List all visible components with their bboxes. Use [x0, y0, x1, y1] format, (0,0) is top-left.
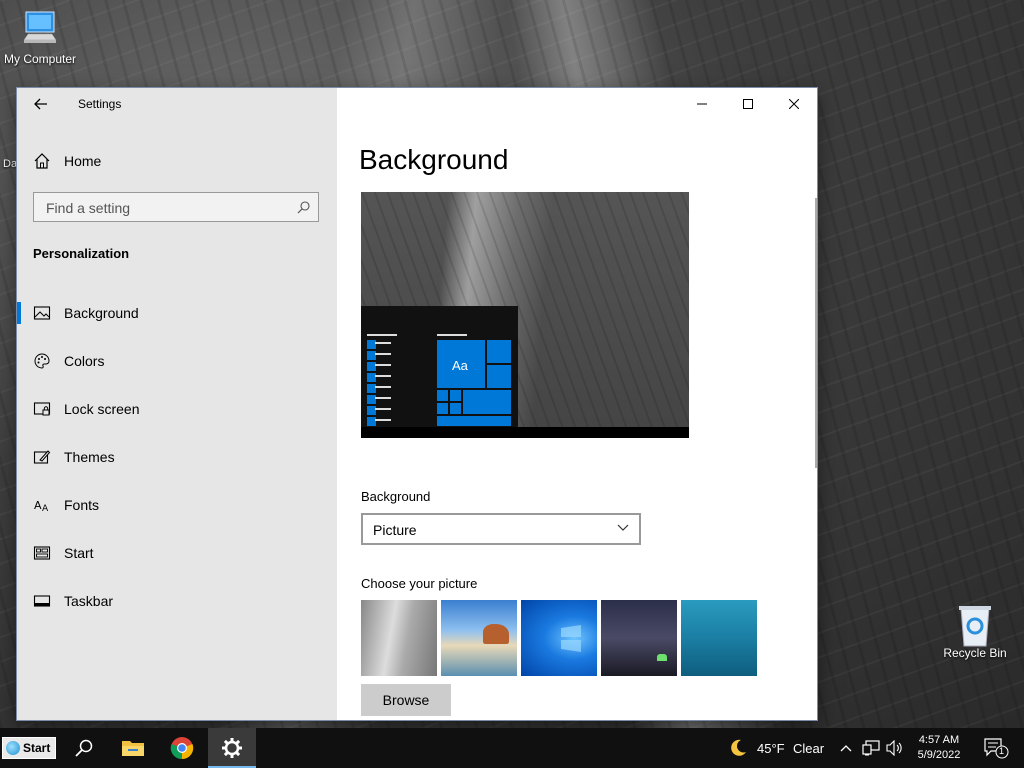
search-icon[interactable]	[297, 201, 310, 214]
lock-screen-icon	[33, 402, 51, 416]
nav-item-taskbar[interactable]: Taskbar	[17, 583, 337, 619]
taskbar-settings[interactable]	[208, 728, 256, 768]
settings-sidebar: Settings Home Personalization Background	[17, 88, 337, 720]
taskbar: Start 45°F Clear 4:57 AM 5/9/2022 1	[0, 728, 1024, 768]
background-preview: Aa	[361, 192, 689, 438]
choose-picture-label: Choose your picture	[361, 576, 478, 591]
home-icon	[34, 153, 50, 169]
back-arrow-icon	[34, 98, 47, 110]
taskbar-chrome[interactable]	[158, 728, 206, 768]
nav-item-label: Colors	[64, 353, 105, 369]
desktop-icon-label: My Computer	[3, 52, 77, 66]
nav-item-label: Themes	[64, 449, 115, 465]
background-dropdown-value: Picture	[373, 522, 417, 538]
nav-item-label: Background	[64, 305, 139, 321]
weather-desc[interactable]: Clear	[793, 741, 824, 756]
settings-window: Settings Home Personalization Background	[17, 88, 817, 720]
clock-date: 5/9/2022	[917, 749, 961, 761]
desktop-icon-recycle-bin[interactable]: Recycle Bin	[935, 604, 1015, 660]
nav-item-label: Lock screen	[64, 401, 140, 417]
maximize-icon	[743, 99, 753, 109]
preview-start-menu: Aa	[361, 306, 518, 438]
start-button-label: Start	[23, 741, 51, 755]
window-title: Settings	[78, 97, 122, 111]
minimize-icon	[697, 103, 707, 105]
folder-icon	[122, 741, 144, 756]
desktop-icon-my-computer[interactable]: My Computer	[0, 10, 80, 66]
back-button[interactable]	[31, 94, 51, 114]
title-bar[interactable]: Settings	[17, 88, 337, 120]
nav-item-label: Taskbar	[64, 593, 114, 609]
notification-count: 1	[999, 746, 1005, 756]
desktop-stray-text: Da	[3, 158, 18, 170]
fonts-icon: A A	[34, 499, 49, 514]
nav-item-fonts[interactable]: A A Fonts	[17, 487, 337, 523]
chevron-down-icon	[617, 524, 629, 531]
moon-icon	[731, 739, 746, 756]
nav-item-label: Fonts	[64, 497, 100, 513]
chrome-icon	[170, 737, 194, 760]
desktop-icon-label: Recycle Bin	[943, 646, 1007, 660]
section-title: Personalization	[33, 246, 130, 261]
nav-item-start[interactable]: Start	[17, 535, 337, 571]
svg-text:A: A	[42, 504, 49, 514]
taskbar-icon	[33, 595, 51, 607]
windows-logo-icon	[561, 625, 581, 652]
browse-button[interactable]: Browse	[361, 684, 451, 716]
recycle-bin-icon	[955, 604, 995, 647]
page-title: Background	[359, 144, 509, 175]
clock-time: 4:57 AM	[918, 734, 960, 746]
nav-item-label: Start	[64, 545, 94, 561]
taskbar-file-explorer[interactable]	[109, 728, 157, 768]
nav-item-colors[interactable]: Colors	[17, 343, 337, 379]
nav-home[interactable]: Home	[17, 148, 337, 176]
volume-icon[interactable]	[886, 740, 904, 756]
picture-thumbnail[interactable]	[441, 600, 517, 676]
picture-icon	[33, 306, 51, 320]
themes-icon	[33, 450, 51, 464]
maximize-button[interactable]	[725, 88, 771, 120]
picture-thumbnail[interactable]	[601, 600, 677, 676]
start-orb-icon	[6, 741, 20, 755]
search-icon	[75, 739, 93, 757]
chevron-up-icon[interactable]	[840, 744, 852, 752]
clock[interactable]: 4:57 AM 5/9/2022	[904, 733, 974, 763]
close-icon	[789, 99, 799, 109]
picture-thumbnail[interactable]	[681, 600, 757, 676]
palette-icon	[34, 353, 50, 369]
search-box[interactable]	[33, 192, 319, 222]
network-icon[interactable]	[862, 740, 880, 756]
taskbar-search-button[interactable]	[60, 728, 108, 768]
preview-tile-text: Aa	[452, 358, 468, 373]
minimize-button[interactable]	[679, 88, 725, 120]
scrollbar[interactable]	[815, 198, 817, 468]
close-button[interactable]	[771, 88, 817, 120]
picture-thumbnail[interactable]	[521, 600, 597, 676]
settings-content: Background Aa Background Picture Choose …	[337, 88, 817, 720]
start-button[interactable]: Start	[2, 737, 56, 759]
picture-thumbnail[interactable]	[361, 600, 437, 676]
nav-home-label: Home	[64, 153, 102, 169]
gear-icon	[222, 738, 242, 758]
nav-item-background[interactable]: Background	[17, 295, 337, 331]
nav-item-lock-screen[interactable]: Lock screen	[17, 391, 337, 427]
notification-button[interactable]: 1	[984, 738, 1010, 765]
preview-taskbar	[361, 427, 689, 438]
nav-item-themes[interactable]: Themes	[17, 439, 337, 475]
background-dropdown[interactable]: Picture	[361, 513, 641, 545]
svg-text:A: A	[34, 499, 42, 512]
background-label: Background	[361, 489, 431, 504]
weather-temp[interactable]: 45°F	[757, 741, 785, 756]
notification-icon	[984, 738, 1009, 759]
computer-icon	[20, 10, 60, 50]
search-input[interactable]	[44, 198, 288, 218]
start-icon	[33, 546, 51, 560]
